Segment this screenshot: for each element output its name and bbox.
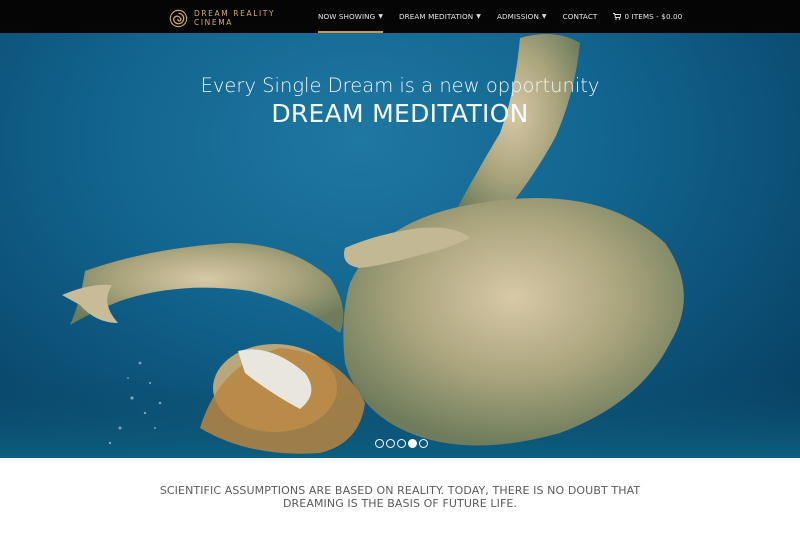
hero-subtitle: Every Single Dream is a new opportunity — [200, 74, 600, 97]
chevron-down-icon: ▼ — [541, 13, 547, 20]
cart-summary: 0 ITEMS - $0.00 — [624, 12, 683, 21]
nav-contact-label: CONTACT — [562, 12, 598, 21]
nav-admission-label: ADMISSION — [496, 12, 539, 21]
nav-contact[interactable]: CONTACT — [563, 0, 598, 33]
brand-line-2: CINEMA — [194, 18, 233, 27]
top-navbar: DREAM REALITY CINEMA NOW SHOWING ▼ DREAM… — [0, 0, 800, 33]
chevron-down-icon: ▼ — [378, 13, 384, 20]
chevron-down-icon: ▼ — [476, 13, 481, 20]
brand-name: DREAM REALITY CINEMA — [194, 9, 275, 27]
slider-pagination — [375, 439, 430, 448]
hero-title: DREAM MEDITATION — [271, 99, 529, 128]
nav-now-showing[interactable]: NOW SHOWING ▼ — [318, 0, 384, 33]
tagline-line-1: SCIENTIFIC ASSUMPTIONS ARE BASED ON REAL… — [159, 484, 641, 497]
nav-dream-meditation[interactable]: DREAM MEDITATION ▼ — [399, 0, 481, 33]
slider-dot-2[interactable] — [386, 439, 395, 448]
slider-dot-4[interactable] — [408, 439, 417, 448]
nav-admission[interactable]: ADMISSION ▼ — [497, 0, 547, 33]
slider-dot-5[interactable] — [419, 439, 428, 448]
brand-logo-link[interactable]: DREAM REALITY CINEMA — [169, 7, 275, 29]
nav-now-showing-label: NOW SHOWING — [318, 12, 376, 21]
slider-dot-3[interactable] — [397, 439, 406, 448]
spiral-logo-icon — [169, 9, 188, 27]
nav-cart[interactable]: 0 ITEMS - $0.00 — [613, 0, 682, 33]
tagline-line-2: DREAMING IS THE BASIS OF FUTURE LIFE. — [282, 497, 518, 510]
hero-slider[interactable]: Every Single Dream is a new opportunity … — [0, 33, 800, 458]
nav-dream-meditation-label: DREAM MEDITATION — [399, 12, 474, 21]
slider-dot-1[interactable] — [375, 439, 384, 448]
main-nav: NOW SHOWING ▼ DREAM MEDITATION ▼ ADMISSI… — [318, 0, 698, 33]
intro-tagline: SCIENTIFIC ASSUMPTIONS ARE BASED ON REAL… — [100, 484, 700, 510]
cart-icon — [613, 13, 622, 20]
brand-line-1: DREAM REALITY — [194, 9, 276, 18]
